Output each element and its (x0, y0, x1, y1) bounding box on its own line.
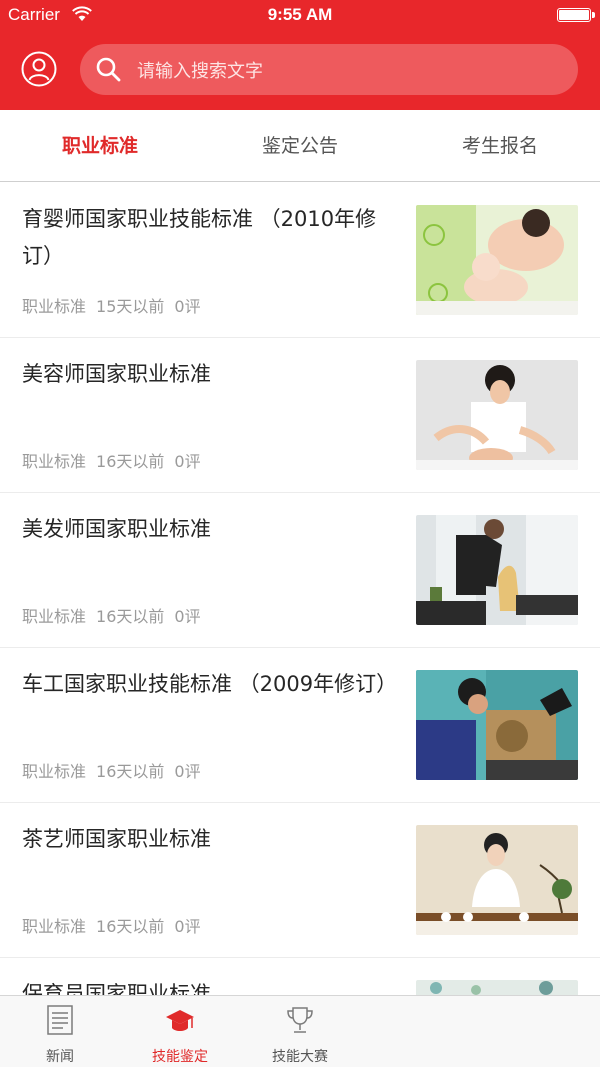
list-item[interactable]: 茶艺师国家职业标准 职业标准 16天以前 0评 (0, 803, 600, 958)
battery-icon (557, 8, 595, 22)
newspaper-icon (47, 1005, 73, 1035)
list-item[interactable]: 保育员国家职业标准 (0, 958, 600, 995)
list-item[interactable]: 车工国家职业技能标准 （2009年修订） 职业标准 16天以前 0评 (0, 648, 600, 803)
article-title: 保育员国家职业标准 (22, 982, 211, 995)
article-meta: 职业标准 15天以前 0评 (22, 293, 211, 317)
article-meta: 职业标准 16天以前 0评 (22, 448, 211, 472)
tabbar-item-skill-appraisal[interactable]: 技能鉴定 (120, 996, 240, 1067)
article-category: 职业标准 (22, 452, 87, 471)
header: Carrier 9:55 AM 请输入搜索文字 (0, 0, 600, 110)
clock: 9:55 AM (267, 5, 333, 24)
trophy-icon (287, 1007, 313, 1033)
article-title: 育婴师国家职业技能标准 （2010年修订） (22, 207, 377, 268)
list-item[interactable]: 美容师国家职业标准 职业标准 16天以前 0评 (0, 338, 600, 493)
article-comments: 0评 (174, 452, 201, 471)
article-time: 15天以前 (96, 297, 165, 316)
tabbar-label: 技能大赛 (272, 1049, 328, 1065)
article-thumbnail (416, 515, 578, 625)
article-category: 职业标准 (22, 917, 87, 936)
article-thumbnail (416, 205, 578, 315)
tabbar-item-news[interactable]: 新闻 (0, 996, 120, 1067)
article-list: 育婴师国家职业技能标准 （2010年修订） 职业标准 15天以前 0评 美容师国家职… (0, 183, 600, 995)
article-title: 美容师国家职业标准 (22, 362, 211, 386)
search-icon (96, 57, 121, 82)
graduation-cap-icon (166, 1010, 194, 1031)
article-time: 16天以前 (96, 917, 165, 936)
article-comments: 0评 (174, 762, 201, 781)
article-meta: 职业标准 16天以前 0评 (22, 913, 211, 937)
article-comments: 0评 (174, 607, 201, 626)
list-item[interactable]: 育婴师国家职业技能标准 （2010年修订） 职业标准 15天以前 0评 (0, 183, 600, 338)
article-thumbnail (416, 670, 578, 780)
article-title: 美发师国家职业标准 (22, 517, 211, 541)
search-bar[interactable]: 请输入搜索文字 (80, 44, 578, 95)
tabbar-label: 技能鉴定 (152, 1049, 208, 1065)
user-profile-icon[interactable] (21, 51, 57, 87)
article-thumbnail (416, 825, 578, 935)
tabbar-item-skill-competition[interactable]: 技能大赛 (240, 996, 360, 1067)
tab-occupational-standards[interactable]: 职业标准 (0, 110, 200, 182)
article-category: 职业标准 (22, 762, 87, 781)
tab-bar: 新闻 技能鉴定 技能大赛 (0, 995, 600, 1067)
search-placeholder: 请输入搜索文字 (137, 61, 263, 82)
article-title: 车工国家职业技能标准 （2009年修订） (22, 672, 398, 696)
article-thumbnail (416, 980, 578, 995)
list-item[interactable]: 美发师国家职业标准 职业标准 16天以前 0评 (0, 493, 600, 648)
tabbar-label: 新闻 (46, 1049, 74, 1065)
article-category: 职业标准 (22, 297, 87, 316)
article-meta: 职业标准 16天以前 0评 (22, 603, 211, 627)
article-category: 职业标准 (22, 607, 87, 626)
article-comments: 0评 (174, 297, 201, 316)
tab-appraisal-notices[interactable]: 鉴定公告 (200, 110, 400, 182)
article-title: 茶艺师国家职业标准 (22, 827, 211, 851)
article-meta: 职业标准 16天以前 0评 (22, 758, 211, 782)
article-time: 16天以前 (96, 762, 165, 781)
article-time: 16天以前 (96, 452, 165, 471)
article-thumbnail (416, 360, 578, 470)
tab-candidate-registration[interactable]: 考生报名 (400, 110, 600, 182)
article-comments: 0评 (174, 917, 201, 936)
category-tabs: 职业标准 鉴定公告 考生报名 (0, 110, 600, 182)
status-bar: Carrier 9:55 AM (0, 0, 600, 30)
article-time: 16天以前 (96, 607, 165, 626)
